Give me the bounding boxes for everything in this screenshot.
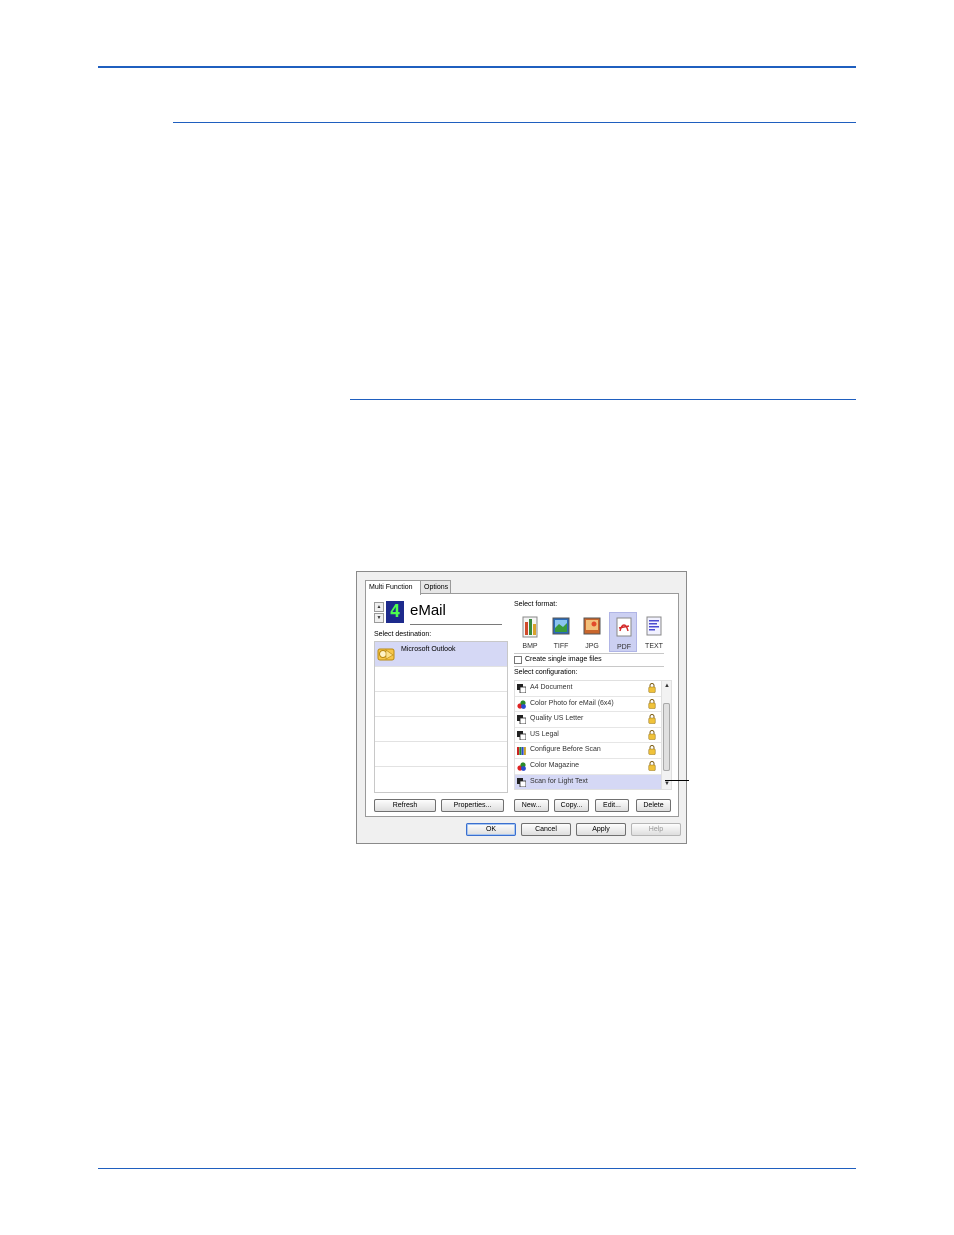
- header-rule: [98, 66, 856, 68]
- configuration-name: Color Photo for eMail (6x4): [530, 699, 614, 707]
- select-configuration-label: Select configuration:: [514, 669, 578, 676]
- spin-up-icon[interactable]: ▲: [374, 602, 384, 612]
- copy-button[interactable]: Copy...: [554, 799, 589, 812]
- list-item[interactable]: [375, 767, 507, 792]
- table-row[interactable]: Color Magazine: [515, 759, 671, 775]
- configuration-name: Configure Before Scan: [530, 746, 601, 754]
- lock-icon: [648, 683, 656, 693]
- format-label: TIFF: [553, 643, 569, 650]
- format-bmp[interactable]: BMP: [516, 612, 544, 652]
- multi-function-panel: ▲ ▼ 4 eMail Select destination: Microsof…: [365, 593, 679, 817]
- cancel-button[interactable]: Cancel: [521, 823, 571, 836]
- configuration-scrollbar[interactable]: ▲ ▼: [661, 681, 671, 789]
- lock-icon: [648, 745, 656, 756]
- pdf-icon: [616, 617, 632, 637]
- checkbox-divider: [514, 666, 664, 667]
- lock-icon: [648, 698, 656, 709]
- list-item[interactable]: [375, 692, 507, 717]
- select-format-label: Select format:: [514, 601, 558, 608]
- tab-options[interactable]: Options: [420, 580, 451, 594]
- lock-icon: [648, 714, 656, 724]
- lock-icon: [648, 760, 656, 771]
- color-config-icon: [517, 762, 526, 771]
- select-destination-label: Select destination:: [374, 631, 432, 638]
- outlook-icon: [377, 648, 395, 661]
- tab-multi-function[interactable]: Multi Function: [365, 580, 421, 595]
- create-single-label: Create single image files: [525, 656, 602, 663]
- bmp-icon: [522, 616, 538, 638]
- format-label: BMP: [522, 643, 538, 650]
- list-item[interactable]: Microsoft Outlook: [375, 642, 507, 667]
- format-label: PDF: [617, 644, 631, 651]
- configuration-name: Color Magazine: [530, 761, 580, 769]
- configuration-name: Scan for Light Text: [530, 777, 588, 785]
- tiff-icon: [552, 617, 570, 635]
- configuration-list[interactable]: A4 Document Color Photo for eMail (6x4) Qu…: [514, 680, 672, 790]
- spin-down-icon[interactable]: ▼: [374, 613, 384, 623]
- format-jpg[interactable]: JPG: [578, 612, 606, 652]
- table-row[interactable]: Color Photo for eMail (6x4): [515, 697, 671, 713]
- configuration-name: US Legal: [530, 730, 559, 738]
- create-single-checkbox[interactable]: [514, 656, 522, 664]
- apply-button[interactable]: Apply: [576, 823, 626, 836]
- table-row[interactable]: Scan for Light Text: [515, 774, 671, 789]
- configuration-name: A4 Document: [530, 684, 573, 691]
- bw-config-icon: [517, 777, 526, 787]
- table-row[interactable]: Configure Before Scan: [515, 743, 671, 759]
- ok-button[interactable]: OK: [466, 823, 516, 836]
- destination-list[interactable]: Microsoft Outlook: [374, 641, 508, 793]
- refresh-button[interactable]: Refresh: [374, 799, 436, 812]
- callout-line: [665, 780, 689, 781]
- scroll-thumb[interactable]: [663, 703, 670, 771]
- table-row[interactable]: Quality US Letter: [515, 712, 671, 728]
- list-item[interactable]: [375, 667, 507, 692]
- lock-icon: [648, 729, 656, 740]
- format-divider: [514, 653, 664, 654]
- destination-title: eMail: [410, 602, 446, 619]
- configuration-name: Quality US Letter: [530, 715, 584, 723]
- list-item[interactable]: [375, 717, 507, 742]
- table-row[interactable]: A4 Document: [515, 681, 671, 697]
- format-text[interactable]: TEXT: [640, 612, 668, 652]
- color-config-icon: [517, 699, 526, 709]
- subsection-rule: [350, 399, 856, 400]
- table-row[interactable]: US Legal: [515, 728, 671, 744]
- new-button[interactable]: New...: [514, 799, 549, 812]
- jpg-icon: [583, 617, 601, 635]
- title-underline: [410, 624, 502, 625]
- bw-config-icon: [517, 730, 526, 740]
- footer-rule: [98, 1168, 856, 1169]
- properties-button[interactable]: Properties...: [441, 799, 504, 812]
- format-pdf[interactable]: PDF: [609, 612, 637, 652]
- delete-button[interactable]: Delete: [636, 799, 671, 812]
- edit-button[interactable]: Edit...: [595, 799, 629, 812]
- destination-name: Microsoft Outlook: [401, 646, 456, 653]
- format-tiff[interactable]: TIFF: [547, 612, 575, 652]
- bw-config-icon: [517, 715, 526, 725]
- help-button[interactable]: Help: [631, 823, 681, 836]
- section-rule: [173, 122, 856, 123]
- list-item[interactable]: [375, 742, 507, 767]
- destination-number: 4: [386, 601, 404, 623]
- destination-spinner[interactable]: ▲ ▼: [374, 602, 384, 624]
- scroll-up-icon[interactable]: ▲: [662, 681, 671, 691]
- format-label: JPG: [585, 643, 599, 650]
- scan-settings-dialog: Multi Function Options ▲ ▼ 4 eMail Selec…: [356, 571, 687, 844]
- bw-config-icon: [517, 684, 526, 693]
- format-label: TEXT: [645, 643, 663, 650]
- configure-icon: [517, 747, 526, 756]
- text-icon: [646, 616, 662, 636]
